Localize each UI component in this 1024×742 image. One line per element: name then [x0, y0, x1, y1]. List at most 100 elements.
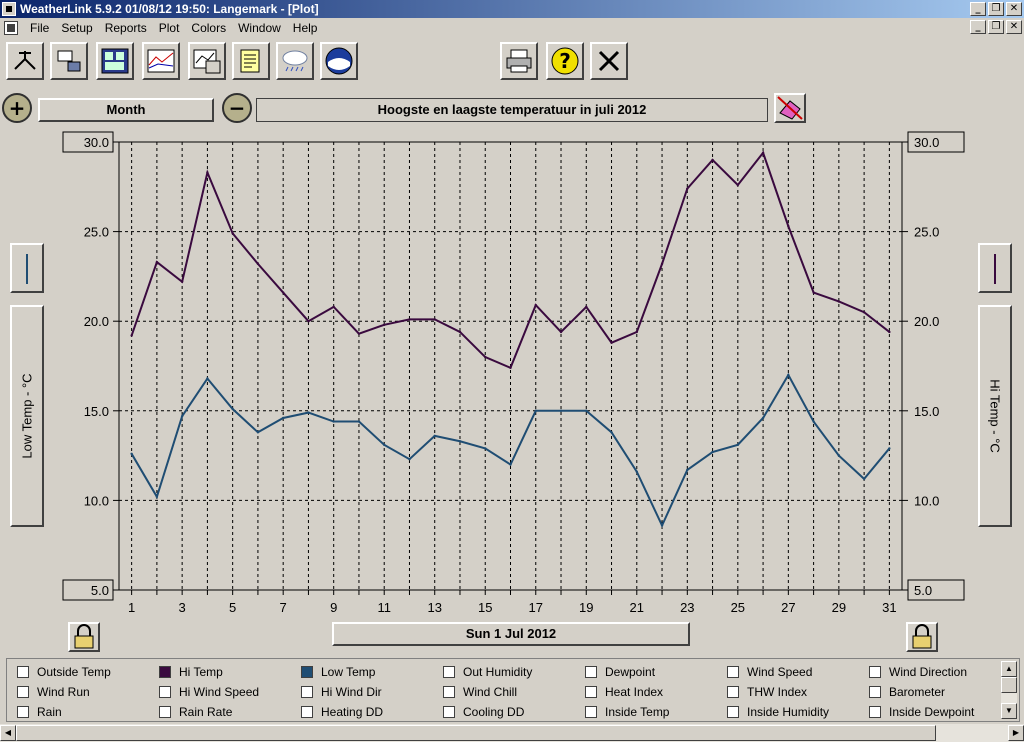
legend-checkbox[interactable]	[585, 686, 597, 698]
restore-button[interactable]: ❐	[988, 2, 1004, 16]
plot-button[interactable]	[188, 42, 226, 80]
legend-item[interactable]: Out Humidity	[443, 663, 532, 681]
legend-checkbox[interactable]	[869, 686, 881, 698]
minimize-button[interactable]: _	[970, 2, 986, 16]
legend-item[interactable]: Wind Direction	[869, 663, 967, 681]
legend-checkbox[interactable]	[443, 686, 455, 698]
legend-checkbox[interactable]	[301, 666, 313, 678]
menu-reports[interactable]: Reports	[99, 19, 153, 37]
left-axis-label-panel[interactable]: Low Temp - °C	[10, 305, 44, 527]
bulletin-button[interactable]	[96, 42, 134, 80]
legend-checkbox[interactable]	[301, 686, 313, 698]
legend-item[interactable]: Inside Dewpoint	[869, 703, 974, 721]
legend-checkbox[interactable]	[301, 706, 313, 718]
document-icon[interactable]	[4, 21, 18, 35]
notes-button[interactable]	[232, 42, 270, 80]
legend-item[interactable]: Dewpoint	[585, 663, 655, 681]
legend-item[interactable]: Hi Wind Dir	[301, 683, 382, 701]
legend-item[interactable]: THW Index	[727, 683, 807, 701]
legend-item[interactable]: Wind Speed	[727, 663, 812, 681]
x-tick-label: 9	[330, 600, 337, 615]
window-titlebar[interactable]: WeatherLink 5.9.2 01/08/12 19:50: Langem…	[0, 0, 1024, 18]
legend-checkbox[interactable]	[159, 706, 171, 718]
zoom-in-button[interactable]: +	[2, 93, 32, 123]
zoom-out-button[interactable]: −	[222, 93, 252, 123]
legend-checkbox[interactable]	[17, 666, 29, 678]
menu-colors[interactable]: Colors	[185, 19, 232, 37]
help-button[interactable]: ?	[546, 42, 584, 80]
period-button[interactable]: Month	[38, 98, 214, 122]
strip-chart-button[interactable]	[142, 42, 180, 80]
legend-scrollbar[interactable]: ▲ ▼	[1001, 661, 1017, 719]
legend-item[interactable]: Barometer	[869, 683, 945, 701]
legend-checkbox[interactable]	[585, 666, 597, 678]
menu-file[interactable]: File	[24, 19, 55, 37]
y-tick-label-left: 30.0	[84, 135, 109, 150]
noaa-button[interactable]	[320, 42, 358, 80]
scroll-left-arrow[interactable]: ◀	[0, 725, 16, 741]
legend-checkbox[interactable]	[159, 666, 171, 678]
legend-item[interactable]: Low Temp	[301, 663, 375, 681]
legend-item[interactable]: Cooling DD	[443, 703, 524, 721]
horizontal-scroll-thumb[interactable]	[16, 725, 936, 741]
legend-checkbox[interactable]	[727, 686, 739, 698]
hi-temp-point	[888, 330, 891, 334]
legend-item[interactable]: Rain	[17, 703, 62, 721]
hi-temp-point	[256, 262, 260, 266]
child-minimize-button[interactable]: _	[970, 20, 986, 34]
left-axis-lock-button[interactable]	[68, 622, 100, 652]
close-plot-button[interactable]	[590, 42, 628, 80]
legend-item[interactable]: Heat Index	[585, 683, 663, 701]
legend-checkbox[interactable]	[869, 666, 881, 678]
legend-checkbox[interactable]	[869, 706, 881, 718]
legend-checkbox[interactable]	[17, 706, 29, 718]
computer-link-button[interactable]	[50, 42, 88, 80]
horizontal-scrollbar[interactable]: ◀ ▶	[0, 724, 1024, 742]
close-button[interactable]: ✕	[1006, 2, 1022, 16]
low-temp-point	[307, 411, 310, 414]
menu-setup[interactable]: Setup	[55, 19, 98, 37]
date-button[interactable]: Sun 1 Jul 2012	[332, 622, 690, 646]
scroll-thumb[interactable]	[1001, 677, 1017, 693]
app-icon[interactable]	[2, 2, 16, 16]
legend-label: THW Index	[747, 685, 808, 699]
erase-button[interactable]	[774, 93, 806, 123]
legend-item[interactable]: Outside Temp	[17, 663, 111, 681]
legend-item[interactable]: Wind Run	[17, 683, 90, 701]
legend-item[interactable]: Inside Humidity	[727, 703, 829, 721]
scroll-up-arrow[interactable]: ▲	[1001, 661, 1017, 677]
legend-checkbox[interactable]	[443, 666, 455, 678]
legend-item[interactable]: Rain Rate	[159, 703, 232, 721]
menu-window[interactable]: Window	[232, 19, 287, 37]
legend-checkbox[interactable]	[585, 706, 597, 718]
legend-checkbox[interactable]	[727, 706, 739, 718]
legend-checkbox[interactable]	[443, 706, 455, 718]
legend-checkbox[interactable]	[727, 666, 739, 678]
rain-cloud-button[interactable]	[276, 42, 314, 80]
plot-title-field[interactable]: Hoogste en laagste temperatuur in juli 2…	[256, 98, 768, 122]
legend-item[interactable]: Wind Chill	[443, 683, 517, 701]
legend-checkbox[interactable]	[17, 686, 29, 698]
scroll-down-arrow[interactable]: ▼	[1001, 703, 1017, 719]
right-axis-label-panel[interactable]: Hi Temp - °C	[978, 305, 1012, 527]
x-tick-label: 19	[579, 600, 593, 615]
legend-item[interactable]: Hi Wind Speed	[159, 683, 259, 701]
menu-help[interactable]: Help	[287, 19, 324, 37]
scroll-right-arrow[interactable]: ▶	[1008, 725, 1024, 741]
help-icon: ?	[551, 47, 579, 75]
legend-checkbox[interactable]	[159, 686, 171, 698]
child-restore-button[interactable]: ❐	[988, 20, 1004, 34]
legend-item[interactable]: Inside Temp	[585, 703, 669, 721]
hi-temp-point	[206, 171, 209, 174]
low-temp-point	[180, 414, 184, 418]
legend-item[interactable]: Heating DD	[301, 703, 383, 721]
weather-station-button[interactable]	[6, 42, 44, 80]
legend-label: Wind Direction	[889, 665, 968, 679]
print-button[interactable]	[500, 42, 538, 80]
legend-item[interactable]: Hi Temp	[159, 663, 223, 681]
hi-temp-color-button[interactable]	[978, 243, 1012, 293]
child-close-button[interactable]: ✕	[1006, 20, 1022, 34]
low-temp-color-button[interactable]	[10, 243, 44, 293]
menu-plot[interactable]: Plot	[153, 19, 186, 37]
right-axis-lock-button[interactable]	[906, 622, 938, 652]
